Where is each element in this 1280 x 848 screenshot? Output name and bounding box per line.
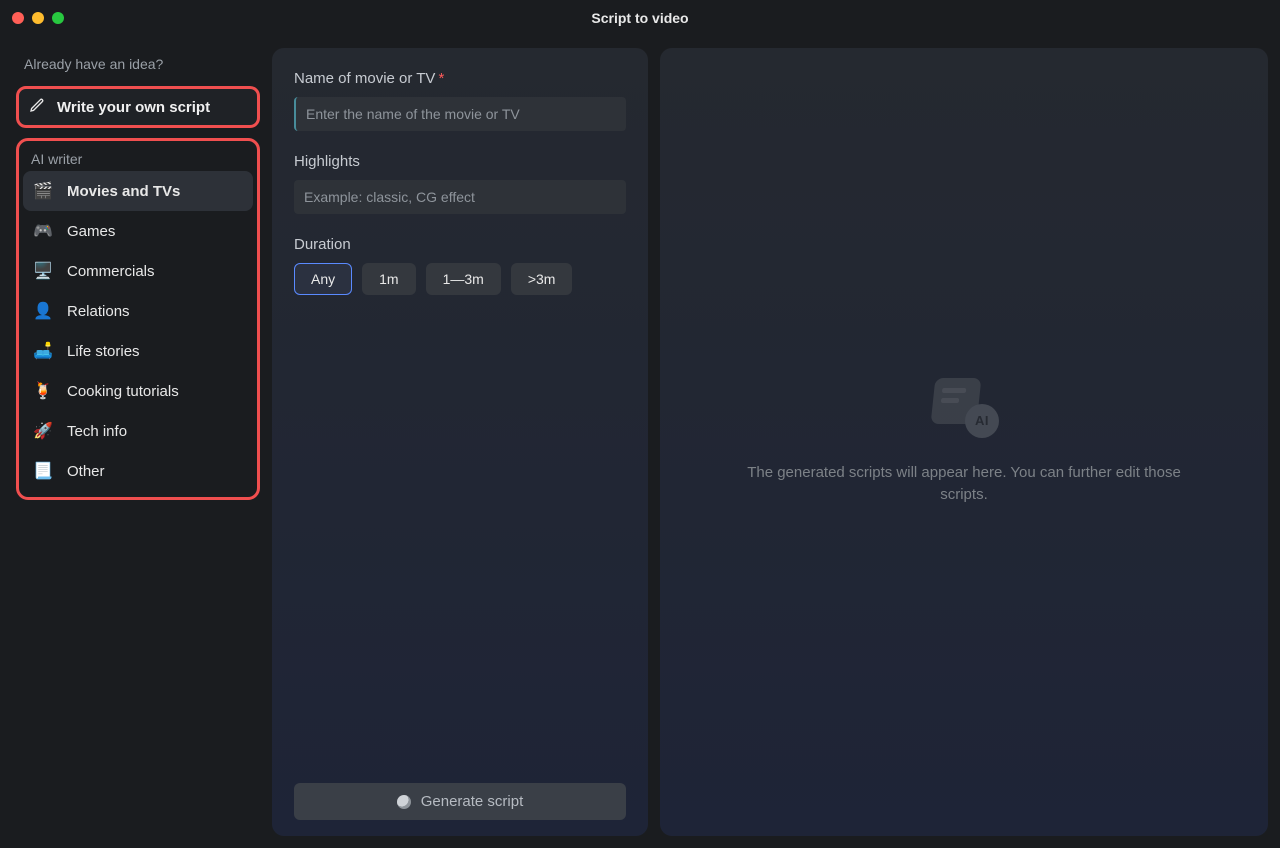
- ai-badge-icon: AI: [965, 404, 999, 438]
- category-icon: 🎬: [33, 181, 53, 201]
- duration-field: Duration Any 1m 1—3m >3m: [294, 236, 626, 295]
- category-label: Relations: [67, 303, 130, 320]
- app-window: Script to video Already have an idea? Wr…: [0, 0, 1280, 848]
- ai-writer-section: AI writer 🎬 Movies and TVs 🎮 Games 🖥️ Commerc…: [16, 138, 260, 500]
- category-label: Life stories: [67, 343, 140, 360]
- category-item-commercials[interactable]: 🖥️ Commercials: [23, 251, 253, 291]
- sidebar: Already have an idea? Write your own scr…: [12, 48, 260, 836]
- highlights-input[interactable]: [294, 180, 626, 214]
- write-own-script-button[interactable]: Write your own script: [16, 86, 260, 128]
- category-item-movies-and-tvs[interactable]: 🎬 Movies and TVs: [23, 171, 253, 211]
- category-label: Other: [67, 463, 105, 480]
- category-icon: 🛋️: [33, 341, 53, 361]
- empty-state-text: The generated scripts will appear here. …: [744, 462, 1184, 507]
- write-own-script-label: Write your own script: [57, 99, 210, 116]
- category-icon: 📃: [33, 461, 53, 481]
- category-item-relations[interactable]: 👤 Relations: [23, 291, 253, 331]
- category-label: Commercials: [67, 263, 155, 280]
- preview-panel: AI The generated scripts will appear her…: [660, 48, 1268, 836]
- name-field: Name of movie or TV*: [294, 70, 626, 131]
- idea-heading: Already have an idea?: [16, 52, 260, 76]
- ai-writer-heading: AI writer: [23, 147, 253, 171]
- movie-name-input[interactable]: [294, 97, 626, 131]
- category-item-cooking-tutorials[interactable]: 🍹 Cooking tutorials: [23, 371, 253, 411]
- empty-state-graphic: AI: [929, 378, 999, 438]
- category-item-life-stories[interactable]: 🛋️ Life stories: [23, 331, 253, 371]
- duration-label: Duration: [294, 236, 626, 253]
- category-item-tech-info[interactable]: 🚀 Tech info: [23, 411, 253, 451]
- highlights-field: Highlights: [294, 153, 626, 214]
- duration-chips: Any 1m 1—3m >3m: [294, 263, 626, 295]
- generate-script-button[interactable]: Generate script: [294, 783, 626, 820]
- category-icon: 🖥️: [33, 261, 53, 281]
- name-label: Name of movie or TV*: [294, 70, 626, 87]
- titlebar: Script to video: [0, 0, 1280, 36]
- window-title: Script to video: [0, 10, 1280, 26]
- category-item-games[interactable]: 🎮 Games: [23, 211, 253, 251]
- form-panel: Name of movie or TV* Highlights Duration…: [272, 48, 648, 836]
- category-label: Games: [67, 223, 115, 240]
- duration-option-13m[interactable]: 1—3m: [426, 263, 501, 295]
- highlights-label: Highlights: [294, 153, 626, 170]
- duration-option-Any[interactable]: Any: [294, 263, 352, 295]
- category-item-other[interactable]: 📃 Other: [23, 451, 253, 491]
- app-body: Already have an idea? Write your own scr…: [0, 36, 1280, 848]
- spinner-icon: [397, 795, 411, 809]
- generate-label: Generate script: [421, 793, 524, 810]
- category-label: Movies and TVs: [67, 183, 180, 200]
- category-label: Cooking tutorials: [67, 383, 179, 400]
- category-icon: 🎮: [33, 221, 53, 241]
- category-icon: 🍹: [33, 381, 53, 401]
- category-label: Tech info: [67, 423, 127, 440]
- category-icon: 🚀: [33, 421, 53, 441]
- duration-option-3m[interactable]: >3m: [511, 263, 573, 295]
- pencil-icon: [29, 97, 45, 117]
- duration-option-1m[interactable]: 1m: [362, 263, 415, 295]
- category-icon: 👤: [33, 301, 53, 321]
